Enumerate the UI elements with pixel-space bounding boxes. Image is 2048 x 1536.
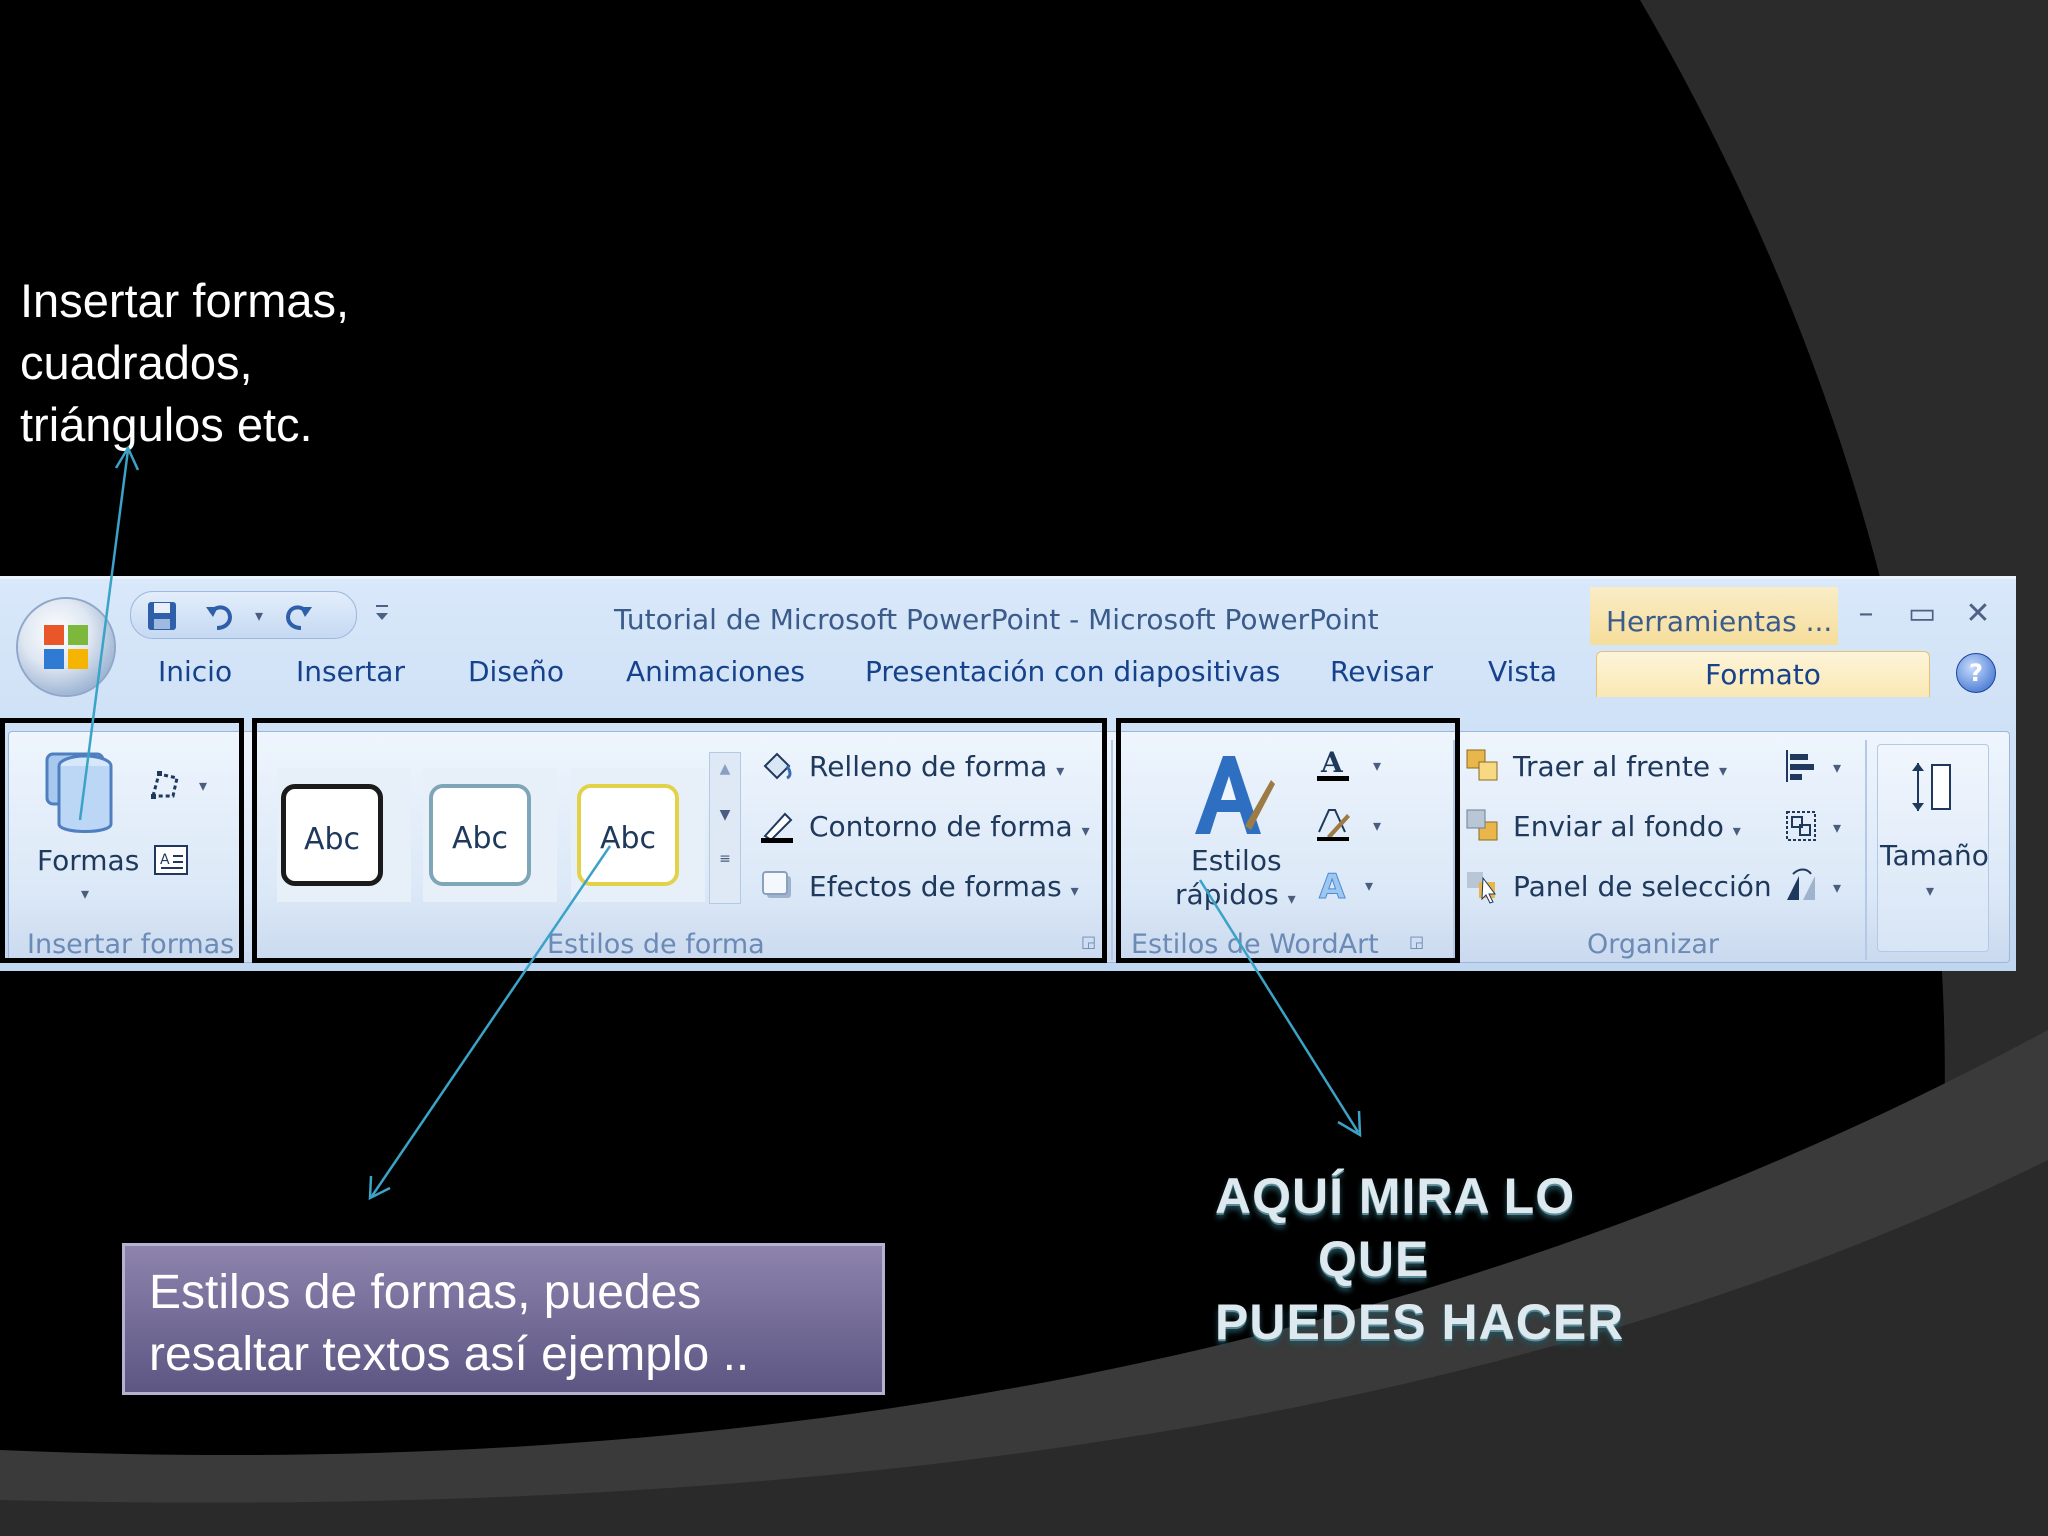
callout-line-1: AQUÍ MIRA LO — [1215, 1168, 1576, 1224]
highlight-box-shape-styles — [252, 718, 1107, 963]
send-to-back-icon[interactable] — [1465, 808, 1501, 844]
size-button[interactable]: Tamaño ▾ — [1877, 744, 1989, 952]
window-title: Tutorial de Microsoft PowerPoint - Micro… — [614, 603, 1379, 636]
save-icon[interactable] — [145, 599, 179, 633]
styles-annotation-line-1: Estilos de formas, puedes — [149, 1266, 702, 1319]
selection-pane-icon[interactable] — [1465, 868, 1501, 904]
size-icon — [1912, 763, 1951, 811]
callout-line-2: QUE — [1318, 1231, 1430, 1287]
group-dropdown-icon[interactable]: ▾ — [1833, 818, 1841, 837]
tab-presentacion[interactable]: Presentación con diapositivas — [865, 655, 1280, 688]
close-button[interactable]: ✕ — [1958, 597, 1998, 631]
size-dropdown-icon: ▾ — [1926, 881, 1935, 900]
tab-revisar[interactable]: Revisar — [1330, 655, 1433, 688]
size-label: Tamaño — [1880, 839, 1989, 872]
send-to-back-button[interactable]: Enviar al fondo ▾ — [1513, 810, 1741, 843]
undo-dropdown-icon[interactable]: ▾ — [255, 606, 263, 625]
callout-line-3: PUEDES HACER — [1215, 1294, 1625, 1350]
undo-icon[interactable] — [203, 599, 237, 633]
ribbon-tabs: Inicio Insertar Diseño Animaciones Prese… — [0, 645, 2016, 697]
tab-animaciones[interactable]: Animaciones — [626, 655, 805, 688]
selection-pane-label[interactable]: Panel de selección — [1513, 870, 1772, 903]
styles-annotation-line-2: resaltar textos así ejemplo .. — [149, 1328, 750, 1381]
shapes-annotation-line-3: triángulos etc. — [20, 398, 313, 451]
shapes-annotation-line-2: cuadrados, — [20, 336, 253, 389]
tab-vista[interactable]: Vista — [1488, 655, 1557, 688]
bring-to-front-button[interactable]: Traer al frente ▾ — [1513, 750, 1727, 783]
send-to-back-dropdown-icon[interactable]: ▾ — [1733, 821, 1741, 840]
help-icon[interactable]: ? — [1956, 653, 1996, 693]
bring-to-front-label: Traer al frente — [1513, 750, 1711, 783]
tab-diseno[interactable]: Diseño — [468, 655, 564, 688]
shapes-annotation: Insertar formas, cuadrados, triángulos e… — [20, 270, 349, 456]
rotate-icon[interactable] — [1783, 868, 1819, 904]
tab-inicio[interactable]: Inicio — [158, 655, 232, 688]
highlight-box-wordart — [1116, 718, 1460, 963]
maximize-button[interactable]: ▭ — [1902, 597, 1942, 631]
align-icon[interactable] — [1783, 748, 1819, 784]
context-tab-drawing-tools: Herramientas ... — [1590, 587, 1838, 645]
tab-insertar[interactable]: Insertar — [296, 655, 405, 688]
rotate-dropdown-icon[interactable]: ▾ — [1833, 878, 1841, 897]
group-icon[interactable] — [1783, 808, 1819, 844]
send-to-back-label: Enviar al fondo — [1513, 810, 1724, 843]
tab-formato[interactable]: Formato — [1596, 651, 1930, 697]
title-bar: ▾ Tutorial de Microsoft PowerPoint - Mic… — [0, 579, 2016, 645]
bring-to-front-icon[interactable] — [1465, 748, 1501, 784]
wordart-callout: AQUÍ MIRA LO QUE PUEDES HACER — [1215, 1165, 1635, 1354]
styles-annotation-box: Estilos de formas, puedes resaltar texto… — [122, 1243, 885, 1395]
align-dropdown-icon[interactable]: ▾ — [1833, 758, 1841, 777]
redo-icon[interactable] — [281, 599, 315, 633]
bring-to-front-dropdown-icon[interactable]: ▾ — [1719, 761, 1727, 780]
customize-qat-icon[interactable] — [372, 601, 392, 625]
shapes-annotation-line-1: Insertar formas, — [20, 274, 350, 327]
minimize-button[interactable]: – — [1846, 597, 1886, 631]
group-label-organizar: Organizar — [1587, 929, 1719, 960]
highlight-box-insert-shapes — [0, 718, 244, 963]
quick-access-toolbar: ▾ — [130, 591, 357, 639]
